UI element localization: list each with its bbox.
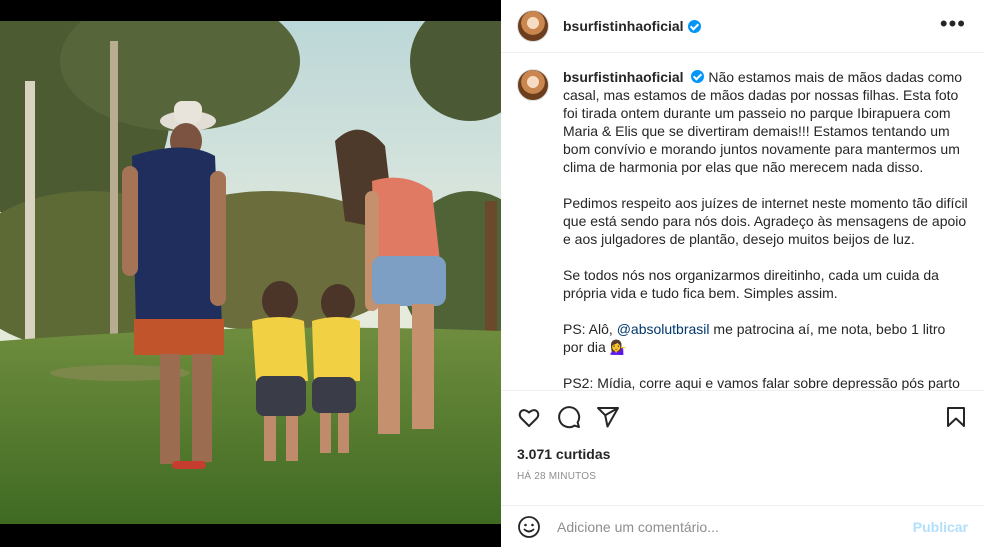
more-options-icon[interactable]: ••• bbox=[940, 13, 966, 35]
mention-link[interactable]: @absolutbrasil bbox=[617, 321, 710, 337]
emoji-icon[interactable] bbox=[517, 515, 541, 539]
comment-icon[interactable] bbox=[557, 405, 581, 429]
comment-form: Publicar bbox=[501, 505, 984, 547]
caption-avatar[interactable] bbox=[517, 69, 549, 101]
post-media-panel bbox=[0, 0, 501, 547]
heart-icon[interactable] bbox=[517, 405, 541, 429]
post-actions: 3.071 curtidas HÁ 28 MINUTOS bbox=[501, 390, 984, 505]
share-icon[interactable] bbox=[596, 405, 620, 429]
caption-paragraph-2: Pedimos respeito aos juízes de internet … bbox=[563, 195, 968, 247]
username-link[interactable]: bsurfistinhaoficial bbox=[563, 18, 684, 34]
caption-paragraph-4: PS: Alô, @absolutbrasil me patrocina aí,… bbox=[563, 320, 968, 356]
caption-ps-prefix: PS: Alô, bbox=[563, 321, 613, 337]
caption-scroll-area[interactable]: bsurfistinhaoficial Não estamos mais de … bbox=[501, 54, 984, 390]
post-header: bsurfistinhaoficial ••• bbox=[501, 0, 984, 53]
caption-username-link[interactable]: bsurfistinhaoficial bbox=[563, 69, 684, 85]
caption-paragraph-3: Se todos nós nos organizarmos direitinho… bbox=[563, 267, 939, 301]
caption-paragraph-5: PS2: Mídia, corre aqui e vamos falar sob… bbox=[563, 375, 960, 390]
verified-badge-icon bbox=[687, 19, 701, 33]
verified-badge-icon bbox=[691, 70, 705, 83]
avatar[interactable] bbox=[517, 10, 549, 42]
family-park-photo bbox=[0, 21, 501, 524]
likes-count[interactable]: 3.071 curtidas bbox=[517, 446, 610, 462]
bookmark-icon[interactable] bbox=[944, 405, 968, 429]
publish-button[interactable]: Publicar bbox=[913, 519, 968, 535]
post-timestamp[interactable]: HÁ 28 MINUTOS bbox=[517, 471, 596, 482]
post-side-panel: bsurfistinhaoficial ••• bsurfistinhaofic… bbox=[501, 0, 984, 547]
post-photo[interactable] bbox=[0, 21, 501, 524]
comment-input[interactable] bbox=[557, 518, 913, 535]
action-icons-row bbox=[517, 405, 968, 431]
post-caption: bsurfistinhaoficial Não estamos mais de … bbox=[563, 68, 968, 390]
